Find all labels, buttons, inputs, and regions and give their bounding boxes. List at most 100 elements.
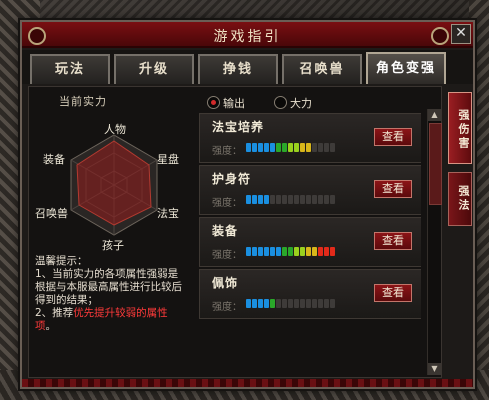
tips-line-1: 1、当前实力的各项属性强弱是根据与本服最高属性进行比较后得到的结果；: [35, 268, 182, 306]
content-panel: 当前实力 人物 星盘 法宝 孩子 召唤兽 装备 温馨提示： 1、当前实力的各项属…: [28, 86, 442, 378]
strength-segment: [312, 195, 317, 204]
list-scrollbar[interactable]: ▲ ▼: [427, 109, 442, 375]
strength-segment: [330, 143, 335, 152]
strength-segment: [294, 195, 299, 204]
strength-segment: [282, 143, 287, 152]
tab-bar: 玩法 升级 挣钱 召唤兽 角色变强: [22, 50, 473, 84]
strength-segment: [270, 299, 275, 308]
radar-label-equipment: 装备: [43, 153, 65, 166]
strength-segment: [264, 143, 269, 152]
radio-dot: [207, 96, 220, 109]
strength-segment: [276, 299, 281, 308]
tab-gameplay[interactable]: 玩法: [30, 54, 110, 84]
strength-item-list: 法宝培养 强度： 查看 护身符 强度： 查看 装备 强度： 查看 佩饰 强度：: [199, 113, 421, 375]
item-name: 护身符: [212, 172, 252, 186]
side-tab-strong-damage[interactable]: 强伤害: [448, 92, 472, 164]
strength-segment: [300, 195, 305, 204]
strength-segment: [324, 143, 329, 152]
scroll-thumb[interactable]: [429, 123, 442, 205]
strength-segment: [270, 195, 275, 204]
tab-character-stronger[interactable]: 角色变强: [366, 52, 446, 84]
strength-bar: [246, 247, 335, 256]
tips-line-2: 2、推荐优先提升较弱的属性项。: [35, 307, 185, 333]
strength-segment: [258, 195, 263, 204]
strength-label: 强度：: [212, 302, 242, 313]
strength-segment: [270, 247, 275, 256]
strength-segment: [264, 247, 269, 256]
strength-segment: [282, 195, 287, 204]
strength-segment: [258, 143, 263, 152]
strength-segment: [246, 195, 251, 204]
close-button[interactable]: ✕: [451, 24, 471, 44]
list-item-equipment: 装备 强度： 查看: [199, 217, 421, 267]
window-title: 游戏指引: [213, 29, 282, 45]
strength-segment: [252, 195, 257, 204]
strength-segment: [252, 299, 257, 308]
strength-segment: [252, 247, 257, 256]
radar-label-character: 人物: [104, 123, 126, 136]
strength-segment: [324, 195, 329, 204]
strength-segment: [312, 143, 317, 152]
list-item-treasure: 法宝培养 强度： 查看: [199, 113, 421, 163]
strength-segment: [330, 247, 335, 256]
strength-segment: [312, 247, 317, 256]
list-item-amulet: 护身符 强度： 查看: [199, 165, 421, 215]
strength-segment: [306, 143, 311, 152]
radar-label-child: 孩子: [102, 239, 124, 252]
window-footer-ornament: [22, 379, 473, 387]
strength-segment: [330, 195, 335, 204]
scroll-down-icon[interactable]: ▼: [428, 363, 441, 375]
strength-segment: [288, 143, 293, 152]
item-name: 佩饰: [212, 276, 239, 290]
strength-bar: [246, 195, 335, 204]
tab-earn-money[interactable]: 挣钱: [198, 54, 278, 84]
mode-label-output: 输出: [223, 97, 245, 110]
strength-segment: [300, 247, 305, 256]
view-button[interactable]: 查看: [374, 128, 412, 146]
close-icon: ✕: [455, 25, 467, 41]
mode-label-power: 大力: [290, 97, 312, 110]
guide-window: 游戏指引 ✕ 玩法 升级 挣钱 召唤兽 角色变强 当前实力 人物 星盘 法宝 孩…: [20, 20, 475, 389]
strength-segment: [276, 143, 281, 152]
item-name: 法宝培养: [212, 120, 265, 134]
strength-segment: [258, 299, 263, 308]
view-button[interactable]: 查看: [374, 180, 412, 198]
strength-segment: [306, 247, 311, 256]
tips-box: 温馨提示： 1、当前实力的各项属性强弱是根据与本服最高属性进行比较后得到的结果；…: [35, 255, 185, 333]
strength-segment: [300, 143, 305, 152]
strength-label: 强度：: [212, 250, 242, 261]
side-tab-strong-magic[interactable]: 强法: [448, 172, 472, 226]
tab-level-up[interactable]: 升级: [114, 54, 194, 84]
strength-segment: [246, 299, 251, 308]
strength-segment: [282, 247, 287, 256]
view-button[interactable]: 查看: [374, 284, 412, 302]
strength-bar: [246, 299, 335, 308]
strength-segment: [252, 143, 257, 152]
strength-segment: [246, 143, 251, 152]
radar-label-starchart: 星盘: [157, 153, 179, 166]
tab-summon[interactable]: 召唤兽: [282, 54, 362, 84]
strength-segment: [294, 247, 299, 256]
strength-segment: [312, 299, 317, 308]
ornament-icon: [431, 27, 449, 45]
strength-segment: [264, 299, 269, 308]
strength-segment: [264, 195, 269, 204]
strength-segment: [294, 299, 299, 308]
strength-segment: [318, 299, 323, 308]
strength-segment: [258, 247, 263, 256]
radar-label-summon: 召唤兽: [35, 207, 68, 220]
strength-segment: [282, 299, 287, 308]
radar-label-treasure: 法宝: [157, 207, 179, 220]
window-titlebar[interactable]: 游戏指引: [22, 22, 473, 48]
radio-dot: [274, 96, 287, 109]
strength-overview: 当前实力 人物 星盘 法宝 孩子 召唤兽 装备 温馨提示： 1、当前实力的各项属…: [29, 87, 191, 377]
strength-segment: [306, 195, 311, 204]
strength-segment: [318, 247, 323, 256]
strength-bar: [246, 143, 335, 152]
list-item-accessory: 佩饰 强度： 查看: [199, 269, 421, 319]
strength-segment: [288, 247, 293, 256]
view-button[interactable]: 查看: [374, 232, 412, 250]
scroll-up-icon[interactable]: ▲: [428, 109, 441, 121]
strength-segment: [288, 299, 293, 308]
strength-segment: [294, 143, 299, 152]
